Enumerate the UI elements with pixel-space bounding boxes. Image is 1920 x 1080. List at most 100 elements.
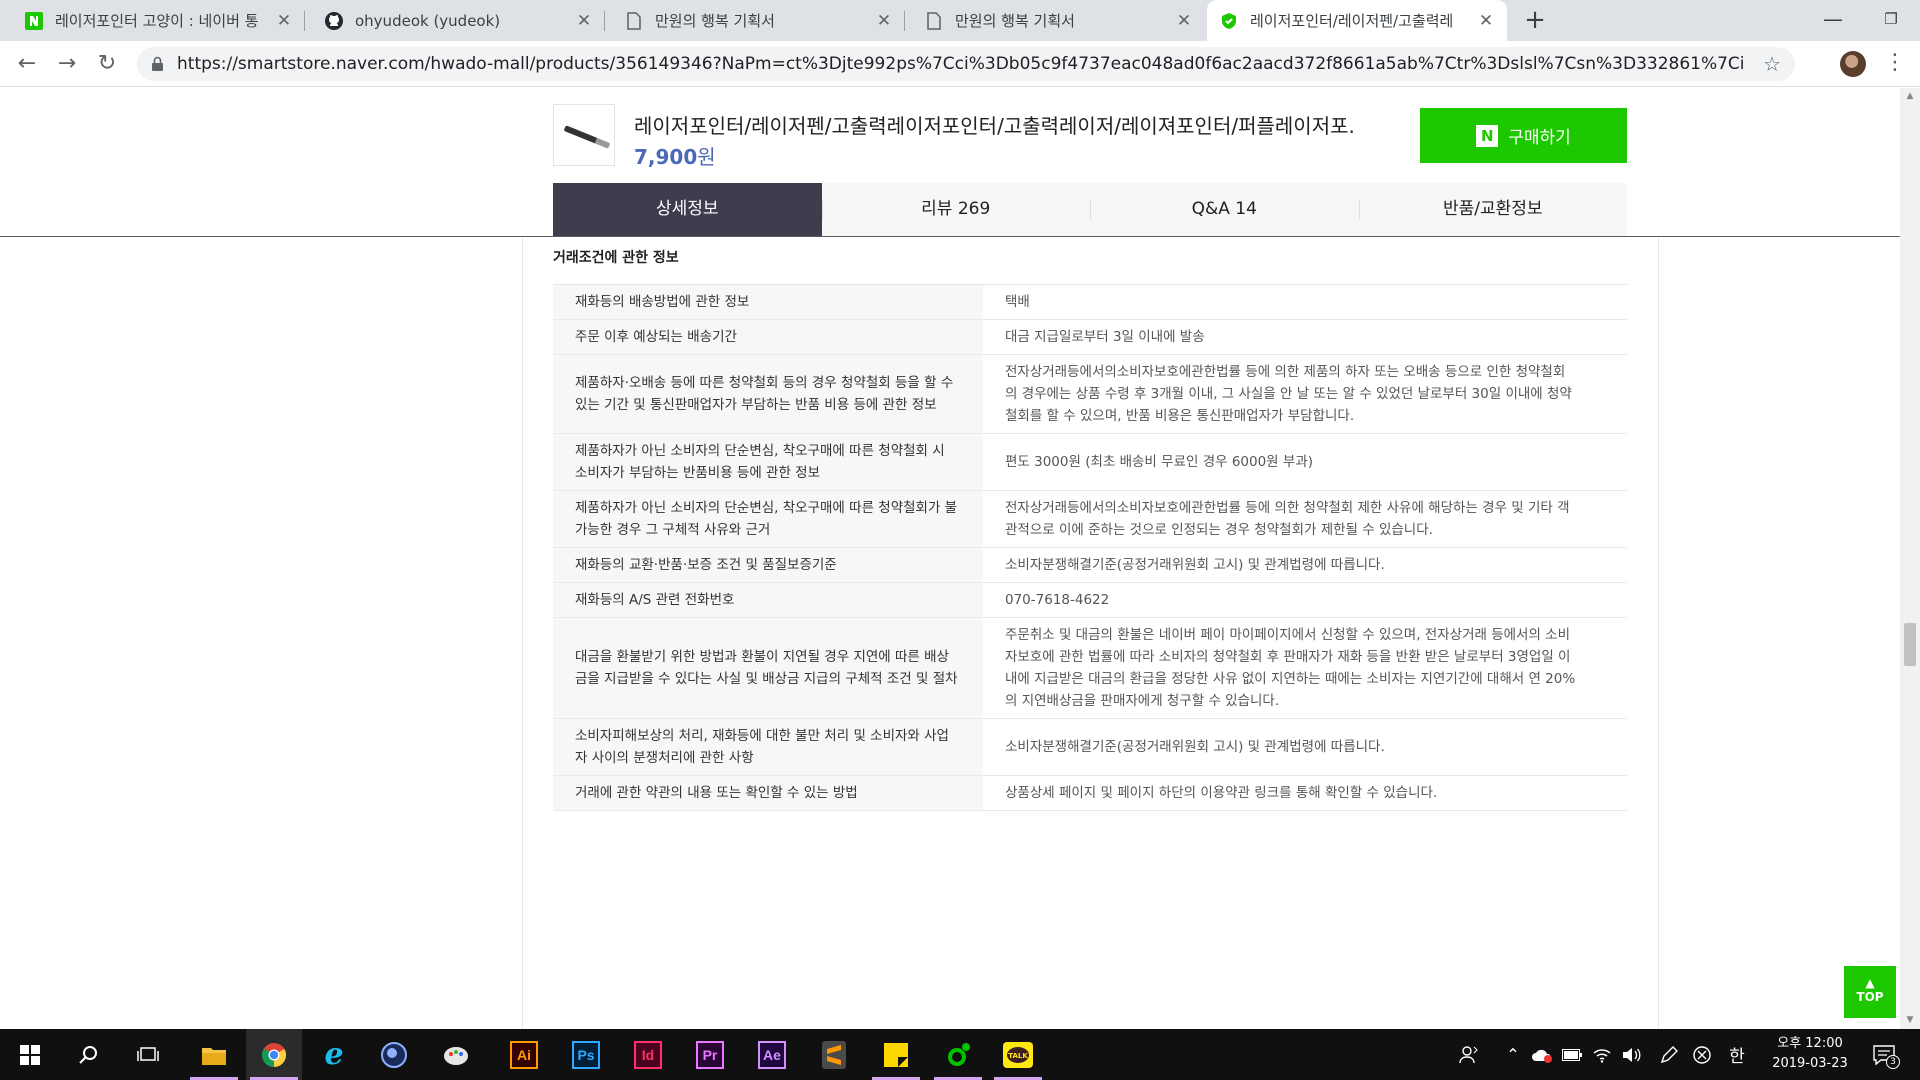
section-title: 거래조건에 관한 정보 — [553, 250, 679, 266]
tab-close-icon[interactable]: ✕ — [575, 11, 593, 31]
task-view-icon[interactable] — [120, 1029, 176, 1080]
browser-tab-2[interactable]: ohyudeok (yudeok) ✕ — [312, 0, 605, 41]
tab-return-exchange[interactable]: 반품/교환정보 — [1358, 183, 1628, 236]
row-value: 택배 — [983, 284, 1627, 320]
line-messenger-icon[interactable] — [930, 1029, 986, 1080]
minimize-icon[interactable]: — — [1804, 0, 1862, 41]
forward-icon[interactable]: → — [51, 48, 83, 80]
wifi-icon[interactable] — [1588, 1029, 1616, 1080]
kakaotalk-icon[interactable]: TALK — [990, 1029, 1046, 1080]
cloud-sync-icon[interactable] — [1528, 1029, 1556, 1080]
browser-tab-1[interactable]: 레이저포인터 고양이 : 네이버 통 ✕ — [12, 0, 305, 41]
arrow-up-icon: ▲ — [1865, 976, 1875, 990]
browser-tab-5[interactable]: 레이저포인터/레이저펜/고출력레 ✕ — [1207, 0, 1507, 41]
chevron-up-icon[interactable]: ⌃ — [1500, 1029, 1526, 1080]
back-icon[interactable]: ← — [11, 48, 43, 80]
battery-icon — [1558, 1029, 1586, 1080]
detail-tabs: 상세정보 리뷰 269 Q&A 14 반품/교환정보 — [553, 183, 1627, 236]
internet-explorer-icon[interactable]: e — [306, 1029, 362, 1080]
tab-close-icon[interactable]: ✕ — [875, 11, 893, 31]
table-row: 제품하자·오배송 등에 따른 청약철회 등의 경우 청약철회 등을 할 수 있는… — [553, 354, 1627, 434]
scroll-down-icon[interactable]: ▼ — [1900, 1012, 1920, 1029]
url-text: https://smartstore.naver.com/hwado-mall/… — [177, 54, 1745, 74]
sticky-notes-icon[interactable] — [868, 1029, 924, 1080]
tab-qna[interactable]: Q&A 14 — [1090, 183, 1359, 236]
network-off-icon[interactable] — [1688, 1029, 1716, 1080]
tab-title: ohyudeok (yudeok) — [355, 11, 501, 30]
cinema4d-icon[interactable] — [366, 1029, 422, 1080]
people-icon[interactable] — [1452, 1029, 1486, 1080]
file-explorer-icon[interactable] — [186, 1029, 242, 1080]
scroll-top-button[interactable]: ▲ TOP — [1844, 966, 1896, 1018]
indesign-icon[interactable]: Id — [620, 1029, 676, 1080]
after-effects-icon[interactable]: Ae — [744, 1029, 800, 1080]
browser-tab-4[interactable]: 만원의 행복 기획서 ✕ — [912, 0, 1205, 41]
tab-close-icon[interactable]: ✕ — [275, 11, 293, 31]
row-label: 재화등의 배송방법에 관한 정보 — [553, 284, 983, 320]
row-label: 제품하자가 아닌 소비자의 단순변심, 착오구매에 따른 청약철회 시 소비자가… — [553, 433, 983, 491]
scroll-up-icon[interactable]: ▲ — [1900, 88, 1920, 105]
row-value: 상품상세 페이지 및 페이지 하단의 이용약관 링크를 통해 확인할 수 있습니… — [983, 775, 1627, 811]
row-value: 전자상거래등에서의소비자보호에관한법률 등에 의한 청약철회 제한 사유에 해당… — [983, 490, 1627, 548]
chrome-icon[interactable] — [246, 1029, 302, 1080]
volume-icon[interactable] — [1618, 1029, 1646, 1080]
scrollbar-thumb[interactable] — [1904, 623, 1916, 666]
row-value: 편도 3000원 (최초 배송비 무료인 경우 6000원 부과) — [983, 433, 1627, 491]
tab-title: 만원의 행복 기획서 — [955, 12, 1075, 30]
table-row: 재화등의 교환·반품·보증 조건 및 품질보증기준 소비자분쟁해결기준(공정거래위… — [553, 547, 1627, 583]
row-label: 소비자피해보상의 처리, 재화등에 대한 불만 처리 및 소비자와 사업자 사이… — [553, 718, 983, 776]
search-icon[interactable] — [60, 1029, 116, 1080]
row-label: 제품하자가 아닌 소비자의 단순변심, 착오구매에 따른 청약철회가 불가능한 … — [553, 490, 983, 548]
table-row: 재화등의 배송방법에 관한 정보 택배 — [553, 284, 1627, 320]
document-icon — [924, 11, 944, 31]
shield-icon — [1219, 11, 1239, 31]
tab-title: 레이저포인터 고양이 : 네이버 통 — [55, 12, 259, 30]
maximize-icon[interactable]: ❐ — [1862, 0, 1920, 41]
tab-reviews[interactable]: 리뷰 269 — [821, 183, 1091, 236]
tab-title: 만원의 행복 기획서 — [655, 12, 775, 30]
sublime-text-icon[interactable] — [806, 1029, 862, 1080]
table-row: 주문 이후 예상되는 배송기간 대금 지급일로부터 3일 이내에 발송 — [553, 319, 1627, 355]
page-scrollbar[interactable]: ▲ ▼ — [1900, 88, 1920, 1029]
ime-indicator[interactable]: 한 — [1722, 1029, 1752, 1080]
row-value: 주문취소 및 대금의 환불은 네이버 페이 마이페이지에서 신청할 수 있으며,… — [983, 617, 1627, 719]
product-price: 7,900원 — [634, 145, 716, 169]
menu-kebab-icon[interactable]: ⋮ — [1884, 49, 1906, 77]
row-label: 재화등의 교환·반품·보증 조건 및 품질보증기준 — [553, 547, 983, 583]
browser-tab-3[interactable]: 만원의 행복 기획서 ✕ — [612, 0, 905, 41]
table-row: 소비자피해보상의 처리, 재화등에 대한 불만 처리 및 소비자와 사업자 사이… — [553, 718, 1627, 776]
sticky-product-header: 레이저포인터/레이저펜/고출력레이저포인터/고출력레이저/레이져포인터/퍼플레이… — [0, 88, 1900, 237]
premiere-icon[interactable]: Pr — [682, 1029, 738, 1080]
reload-icon[interactable]: ↻ — [91, 48, 123, 80]
address-bar[interactable]: https://smartstore.naver.com/hwado-mall/… — [137, 47, 1795, 81]
document-icon — [624, 11, 644, 31]
paint-icon[interactable] — [428, 1029, 484, 1080]
product-page: 레이저포인터/레이저펜/고출력레이저포인터/고출력레이저/레이져포인터/퍼플레이… — [0, 88, 1900, 1029]
table-row: 제품하자가 아닌 소비자의 단순변심, 착오구매에 따른 청약철회가 불가능한 … — [553, 490, 1627, 548]
taskbar: e Ai Ps Id Pr Ae TALK ⌃ 한 오후 12:00 2019-… — [0, 1029, 1920, 1080]
buy-button[interactable]: N 구매하기 — [1420, 108, 1627, 163]
row-label: 제품하자·오배송 등에 따른 청약철회 등의 경우 청약철회 등을 할 수 있는… — [553, 354, 983, 434]
pen-icon[interactable] — [1654, 1029, 1684, 1080]
row-value: 대금 지급일로부터 3일 이내에 발송 — [983, 319, 1627, 355]
bookmark-star-icon[interactable]: ☆ — [1763, 47, 1781, 81]
product-title[interactable]: 레이저포인터/레이저펜/고출력레이저포인터/고출력레이저/레이져포인터/퍼플레이… — [634, 110, 1354, 139]
photoshop-icon[interactable]: Ps — [558, 1029, 614, 1080]
profile-avatar[interactable] — [1840, 51, 1866, 77]
laser-pen-image — [563, 125, 611, 149]
row-value: 070-7618-4622 — [983, 582, 1627, 618]
tab-close-icon[interactable]: ✕ — [1175, 11, 1193, 31]
browser-toolbar: ← → ↻ https://smartstore.naver.com/hwado… — [0, 41, 1920, 87]
svg-text:TALK: TALK — [1008, 1052, 1028, 1060]
product-thumbnail[interactable] — [553, 104, 615, 166]
system-clock[interactable]: 오후 12:00 2019-03-23 — [1760, 1034, 1860, 1074]
illustrator-icon[interactable]: Ai — [496, 1029, 552, 1080]
action-center-icon[interactable]: 3 — [1870, 1041, 1900, 1069]
table-row: 재화등의 A/S 관련 전화번호 070-7618-4622 — [553, 582, 1627, 618]
tab-close-icon[interactable]: ✕ — [1477, 11, 1495, 31]
new-tab-button[interactable]: + — [1520, 6, 1550, 36]
tab-details[interactable]: 상세정보 — [553, 183, 822, 236]
row-label: 주문 이후 예상되는 배송기간 — [553, 319, 983, 355]
tab-title: 레이저포인터/레이저펜/고출력레 — [1250, 12, 1454, 30]
windows-start-icon[interactable] — [2, 1029, 58, 1080]
